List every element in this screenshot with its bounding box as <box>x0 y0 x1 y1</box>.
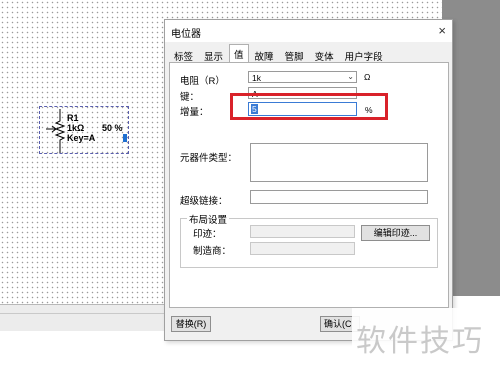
edit-footprint-button[interactable]: 编辑印迹... <box>361 225 430 241</box>
tab-value[interactable]: 值 <box>229 44 249 63</box>
component-type-field[interactable] <box>250 143 428 182</box>
layout-settings-group: 布局设置 印迹： 编辑印迹... 制造商： <box>180 212 438 268</box>
canvas-scrollbar-area[interactable] <box>0 304 170 331</box>
potentiometer-component[interactable]: R1 1kΩ 50 % Key=A <box>39 106 129 154</box>
resistance-select-value: 1k <box>252 73 261 83</box>
potentiometer-dialog: 电位器 × 标签 显示 值 故障 管脚 变体 用户字段 电阻（R） 1k ⌄ Ω… <box>164 19 453 341</box>
component-key: Key=A <box>67 133 96 143</box>
hyperlink-field[interactable] <box>250 190 428 204</box>
resistance-select[interactable]: 1k ⌄ <box>248 71 357 83</box>
dialog-tabs: 标签 显示 值 故障 管脚 变体 用户字段 <box>169 44 389 63</box>
chevron-down-icon: ⌄ <box>347 72 354 81</box>
key-label: 键： <box>180 92 200 103</box>
dialog-titlebar[interactable]: 电位器 × <box>165 20 452 42</box>
blank-area <box>0 331 170 368</box>
resistance-unit: Ω <box>364 72 371 82</box>
watermark-text: 软件技巧 <box>356 324 484 359</box>
component-percent: 50 % <box>102 123 123 133</box>
replace-button[interactable]: 替换(R) <box>171 316 211 332</box>
footprint-label: 印迹： <box>193 229 222 240</box>
highlight-box <box>230 93 388 120</box>
footprint-field <box>250 225 355 238</box>
layout-settings-label: 布局设置 <box>187 212 230 226</box>
manufacturer-label: 制造商： <box>193 246 232 257</box>
component-value: 1kΩ <box>67 123 85 133</box>
close-icon[interactable]: × <box>438 23 446 38</box>
component-type-label: 元器件类型： <box>180 153 238 164</box>
increment-label: 增量： <box>180 107 209 118</box>
dialog-title: 电位器 <box>171 29 201 40</box>
resistance-label: 电阻（R） <box>180 76 225 87</box>
manufacturer-field <box>250 242 355 255</box>
hyperlink-label: 超级链接： <box>180 196 228 207</box>
watermark: 软件技巧 <box>352 308 500 368</box>
component-ref: R1 <box>67 113 79 123</box>
